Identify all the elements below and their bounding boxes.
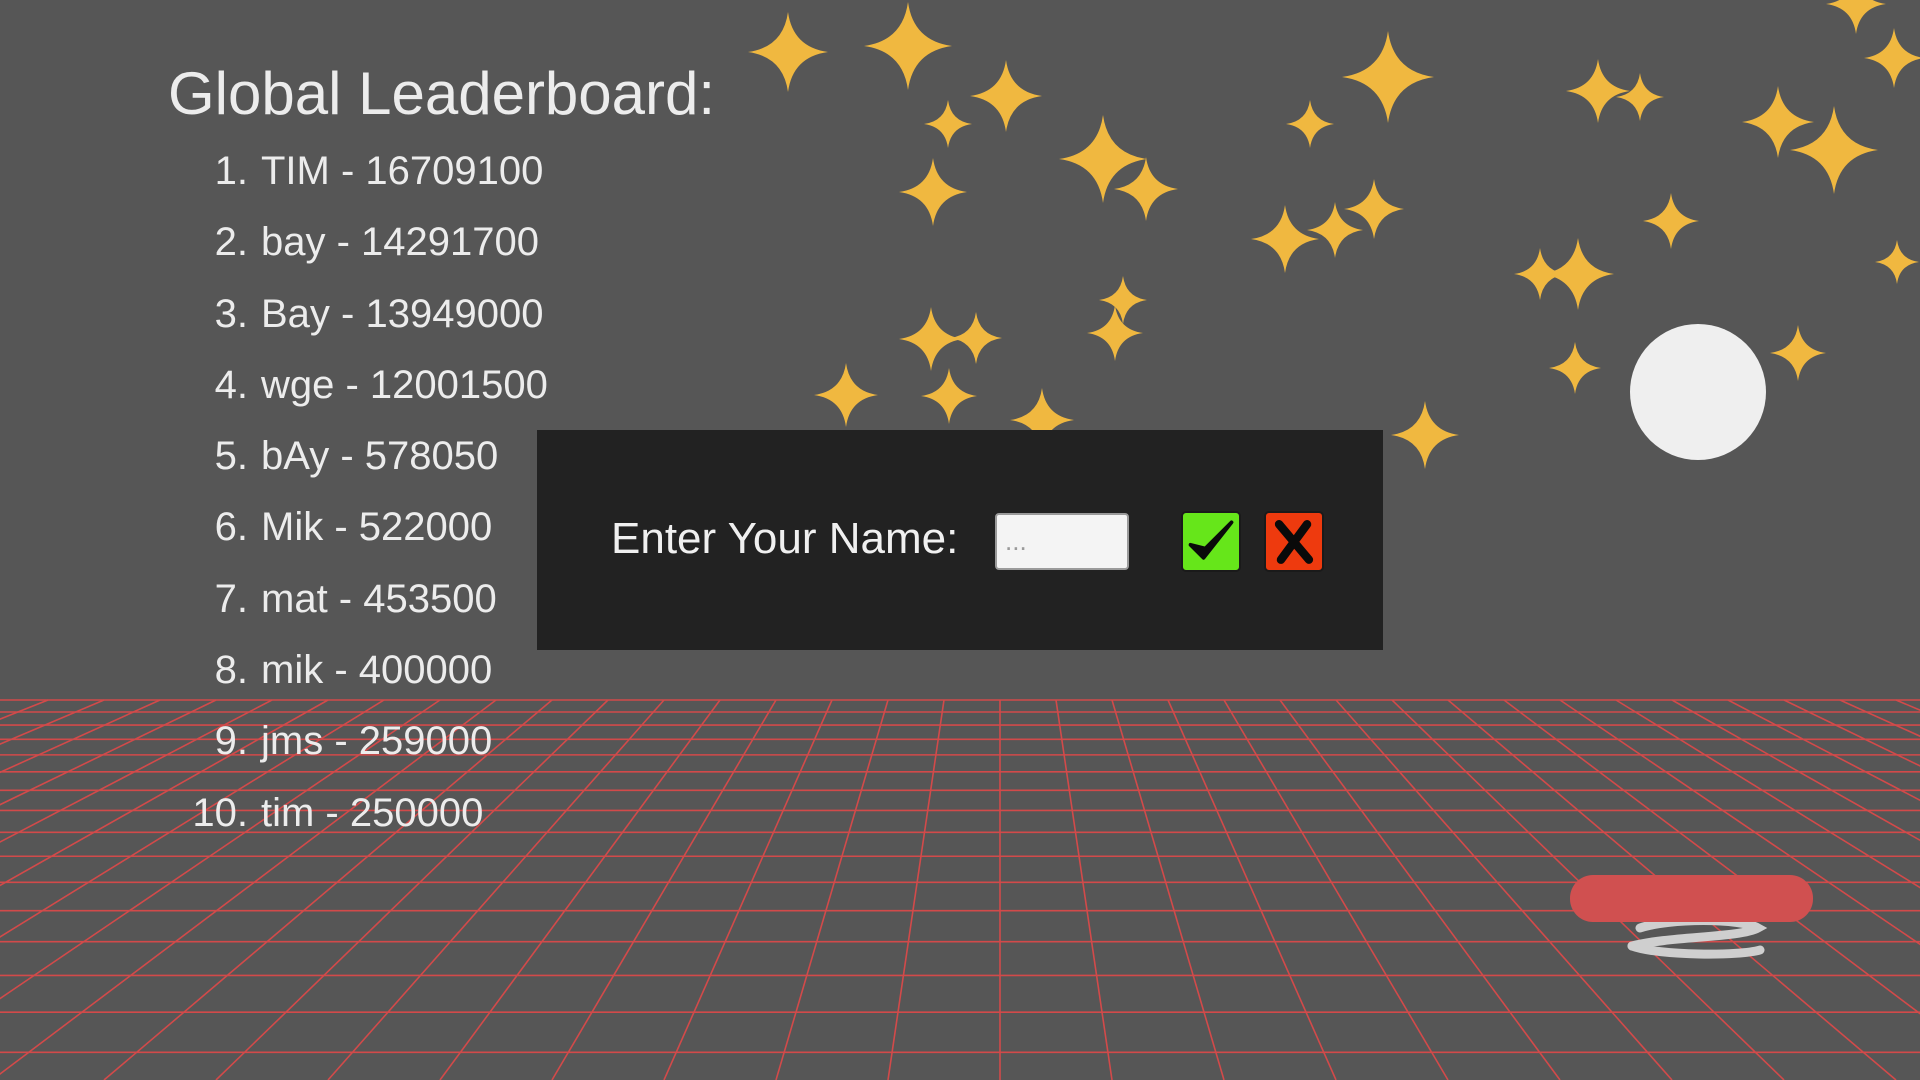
leaderboard-name-score: bAy - 578050 bbox=[261, 434, 499, 479]
leaderboard-rank: 4. bbox=[214, 362, 248, 407]
leaderboard-entry: 3. Bay - 13949000 bbox=[168, 291, 715, 362]
leaderboard-title: Global Leaderboard: bbox=[168, 60, 716, 127]
leaderboard-rank: 3. bbox=[214, 291, 248, 336]
leaderboard-name-score: Bay - 13949000 bbox=[261, 291, 544, 336]
leaderboard-entry: 10. tim - 250000 bbox=[168, 790, 715, 861]
leaderboard-rank: 8. bbox=[214, 648, 248, 693]
leaderboard-rank: 5. bbox=[214, 434, 248, 479]
checkmark-icon bbox=[1188, 520, 1234, 560]
confirm-button[interactable] bbox=[1181, 511, 1241, 572]
ball bbox=[1630, 324, 1766, 460]
leaderboard-name-score: tim - 250000 bbox=[261, 790, 484, 835]
leaderboard-name-score: Mik - 522000 bbox=[261, 505, 493, 550]
leaderboard-rank: 10. bbox=[192, 790, 248, 835]
leaderboard-rank: 6. bbox=[214, 505, 248, 550]
leaderboard-name-score: mat - 453500 bbox=[261, 576, 497, 621]
leaderboard-name-score: bay - 14291700 bbox=[261, 220, 540, 265]
cancel-button[interactable] bbox=[1264, 511, 1324, 572]
leaderboard-name-score: jms - 259000 bbox=[261, 719, 493, 764]
leaderboard-entry: 2. bay - 14291700 bbox=[168, 219, 715, 290]
leaderboard-name-score: TIM - 16709100 bbox=[261, 149, 544, 193]
leaderboard-rank: 1. bbox=[214, 149, 248, 193]
leaderboard-entry: 1. TIM - 16709100 bbox=[168, 148, 715, 219]
leaderboard-rank: 2. bbox=[214, 220, 248, 265]
name-entry-dialog: Enter Your Name: bbox=[537, 430, 1383, 650]
leaderboard-entry: 4. wge - 12001500 bbox=[168, 362, 715, 433]
leaderboard-entry: 8. mik - 400000 bbox=[168, 647, 715, 718]
leaderboard-name-score: mik - 400000 bbox=[261, 648, 493, 693]
leaderboard-entry: 9. jms - 259000 bbox=[168, 718, 715, 789]
paddle[interactable] bbox=[1570, 875, 1813, 922]
leaderboard-rank: 7. bbox=[214, 576, 248, 621]
x-icon bbox=[1274, 520, 1314, 564]
name-input[interactable] bbox=[995, 513, 1129, 570]
leaderboard-name-score: wge - 12001500 bbox=[261, 362, 548, 407]
name-label: Enter Your Name: bbox=[611, 514, 959, 563]
leaderboard-rank: 9. bbox=[214, 719, 248, 764]
